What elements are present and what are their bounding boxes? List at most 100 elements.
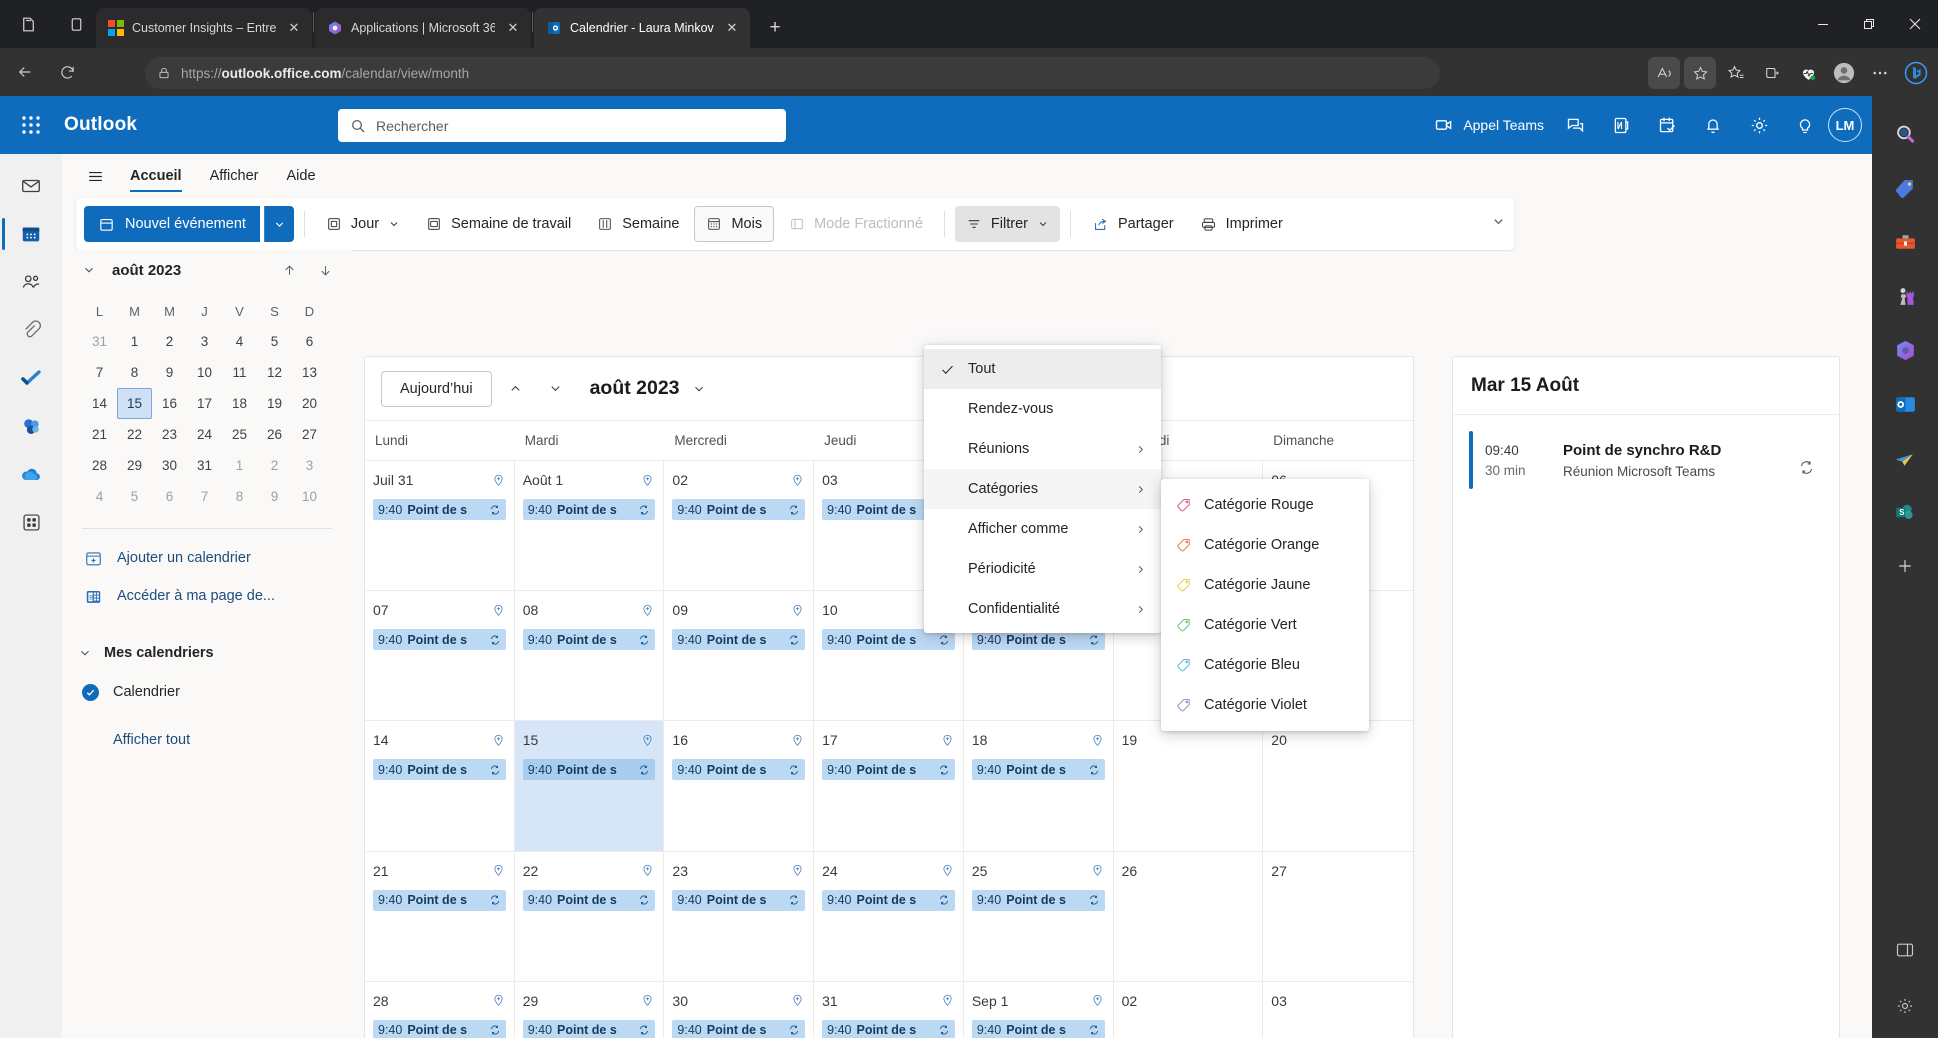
browser-tab-2[interactable]: Applications | Microsoft 365 ✕ [315,8,531,48]
rail-item-people[interactable] [0,258,62,306]
calendar-event-chip[interactable]: 9:40 Point de s [971,889,1105,911]
calendar-event-chip[interactable]: 9:40 Point de s [522,759,656,781]
calendar-day-cell[interactable]: 29 9:40 Point de s [515,981,665,1038]
teams-chat-icon-button[interactable] [1552,96,1598,154]
mini-calendar-day[interactable]: 7 [82,357,117,388]
sidebar-search-icon[interactable] [1885,114,1925,154]
calendar-event-chip[interactable]: 9:40 Point de s [373,759,506,781]
mini-calendar-day[interactable]: 12 [257,357,292,388]
calendar-event-chip[interactable]: 9:40 Point de s [822,759,955,781]
calendar-event-chip[interactable]: 9:40 Point de s [522,889,656,911]
category-menu-item[interactable]: Catégorie Jaune [1161,565,1369,605]
new-tab-button[interactable]: + [760,13,790,43]
bing-copilot-icon[interactable] [1900,57,1932,89]
mini-calendar-day[interactable]: 9 [257,481,292,512]
avatar[interactable]: LM [1828,108,1862,142]
calendar-month-title[interactable]: août 2023 [590,377,706,400]
mini-calendar-expand-icon[interactable] [76,257,102,283]
add-event-pin-icon[interactable] [940,733,955,748]
calendar-event-chip[interactable]: 9:40 Point de s [822,1019,955,1038]
show-all-calendars-link[interactable]: Afficher tout [62,721,352,759]
browser-tab-3[interactable]: Calendrier - Laura Minkova - Out ✕ [534,8,750,48]
teams-call-button[interactable]: Appel Teams [1426,96,1552,154]
chevron-down-icon[interactable] [692,382,706,396]
mini-calendar-day[interactable]: 9 [152,357,187,388]
add-event-pin-icon[interactable] [1090,733,1105,748]
chevron-down-icon[interactable] [78,646,92,660]
calendar-day-cell[interactable]: 02 9:40 Point de s [664,461,815,591]
calendar-day-cell[interactable]: 26 [1114,851,1264,981]
today-button[interactable]: Aujourd’hui [381,370,492,407]
calendar-event-chip[interactable]: 9:40 Point de s [672,1019,806,1038]
sidebar-tools-icon[interactable] [1885,222,1925,262]
calendar-day-cell[interactable]: 09 9:40 Point de s [664,591,815,721]
chevron-down-icon[interactable] [388,218,400,230]
calendar-day-cell[interactable]: Août 1 9:40 Point de s [515,461,665,591]
add-event-pin-icon[interactable] [940,863,955,878]
calendar-event-chip[interactable]: 9:40 Point de s [971,759,1105,781]
calendar-event-chip[interactable]: 9:40 Point de s [373,1019,506,1038]
mini-calendar-day[interactable]: 6 [292,326,327,357]
calendar-day-cell[interactable]: 22 9:40 Point de s [515,851,665,981]
favorite-star-icon[interactable] [1684,57,1716,89]
add-event-pin-icon[interactable] [790,863,805,878]
calendar-day-cell[interactable]: 03 [1263,982,1413,1038]
sidebar-outlook-icon[interactable] [1885,384,1925,424]
add-event-pin-icon[interactable] [1090,993,1105,1008]
mini-calendar-day[interactable]: 31 [187,450,222,481]
category-menu-item[interactable]: Catégorie Orange [1161,525,1369,565]
add-event-pin-icon[interactable] [640,733,655,748]
mini-calendar-day[interactable]: 27 [292,419,327,450]
chevron-down-icon[interactable] [1037,218,1049,230]
hamburger-menu-icon[interactable] [76,157,114,195]
calendar-event-chip[interactable]: 9:40 Point de s [522,1019,656,1038]
filter-menu-item[interactable]: Rendez-vous [924,389,1161,429]
add-event-pin-icon[interactable] [640,993,655,1008]
reload-icon[interactable] [50,55,84,89]
restore-icon[interactable] [1846,0,1892,48]
mini-calendar-day[interactable]: 29 [117,450,152,481]
new-event-caret-icon[interactable] [263,206,294,242]
mini-calendar-day[interactable]: 3 [187,326,222,357]
calendar-event-chip[interactable]: 9:40 Point de s [522,629,656,651]
mini-calendar-day[interactable]: 23 [152,419,187,450]
filter-menu-item[interactable]: Confidentialité [924,589,1161,629]
calendar-event-chip[interactable]: 9:40 Point de s [672,629,806,651]
mini-calendar-day[interactable]: 26 [257,419,292,450]
calendar-day-cell[interactable]: 31 9:40 Point de s [814,981,964,1038]
my-day-icon-button[interactable] [1644,96,1690,154]
sidebar-split-screen-icon[interactable] [1885,930,1925,970]
mini-calendar-day[interactable]: 5 [257,326,292,357]
settings-gear-icon[interactable] [1736,96,1782,154]
calendar-event-chip[interactable]: 9:40 Point de s [522,499,656,520]
sidebar-games-icon[interactable] [1885,276,1925,316]
tab-actions-icon[interactable] [62,10,90,38]
mini-calendar-next-icon[interactable] [312,257,338,283]
search-input[interactable]: Rechercher [338,109,786,142]
view-week-button[interactable]: Semaine [586,206,690,242]
rail-item-mail[interactable] [0,162,62,210]
mini-calendar-day[interactable]: 2 [257,450,292,481]
tips-lightbulb-icon[interactable] [1782,96,1828,154]
rail-item-files[interactable] [0,306,62,354]
mini-calendar-day[interactable]: 16 [152,388,187,419]
calendar-event-chip[interactable]: 9:40 Point de s [971,1019,1105,1038]
category-menu-item[interactable]: Catégorie Bleu [1161,645,1369,685]
category-menu-item[interactable]: Catégorie Rouge [1161,485,1369,525]
mini-calendar-day[interactable]: 21 [82,419,117,450]
filter-menu-item[interactable]: Réunions [924,429,1161,469]
filter-dropdown-menu[interactable]: Tout Rendez-vous Réunions Catégories Affiche… [924,345,1161,633]
tab-accueil[interactable]: Accueil [118,157,194,195]
print-button[interactable]: Imprimer [1189,206,1294,242]
calendar-day-cell[interactable]: 17 9:40 Point de s [814,721,964,851]
add-event-pin-icon[interactable] [640,603,655,618]
mini-calendar-day[interactable]: 3 [292,450,327,481]
add-event-pin-icon[interactable] [491,473,506,488]
browser-tab-1[interactable]: Customer Insights – Entreprise C ✕ [96,8,312,48]
agenda-event-item[interactable]: 09:40 30 min Point de synchro R&D Réunio… [1469,429,1823,491]
mini-calendar-day[interactable]: 1 [222,450,257,481]
add-event-pin-icon[interactable] [790,733,805,748]
add-calendar-button[interactable]: Ajouter un calendrier [62,539,352,577]
view-month-button[interactable]: Mois [694,206,775,242]
favorites-list-icon[interactable] [1720,57,1752,89]
